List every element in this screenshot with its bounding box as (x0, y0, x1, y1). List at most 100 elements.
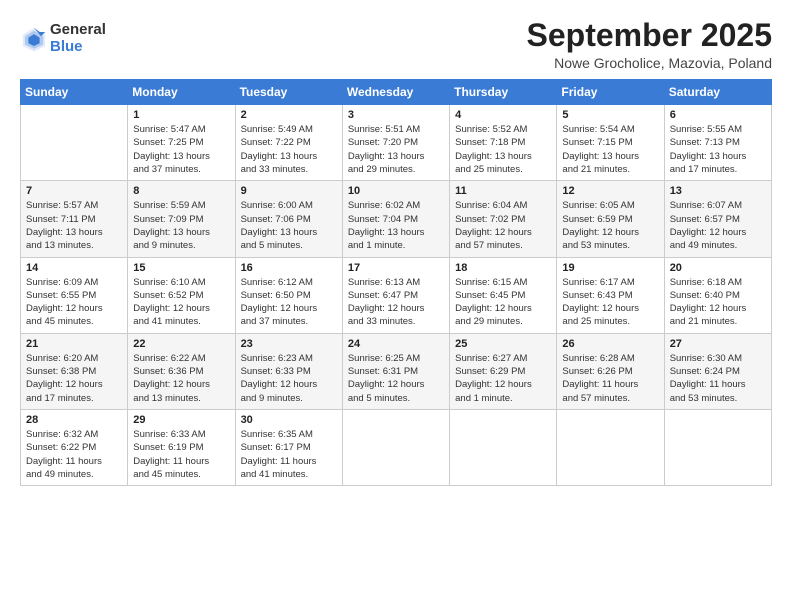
day-info: Sunrise: 5:49 AM Sunset: 7:22 PM Dayligh… (241, 123, 337, 176)
table-row (557, 409, 664, 485)
header-saturday: Saturday (664, 80, 771, 105)
table-row: 24Sunrise: 6:25 AM Sunset: 6:31 PM Dayli… (342, 333, 449, 409)
table-row: 5 Sunrise: 5:54 AM Sunset: 7:15 PM Daylig… (557, 105, 664, 181)
table-row: 7 Sunrise: 5:57 AM Sunset: 7:11 PM Daylig… (21, 181, 128, 257)
day-info: Sunrise: 5:47 AM Sunset: 7:25 PM Dayligh… (133, 123, 229, 176)
day-info: Sunrise: 6:09 AM Sunset: 6:55 PM Dayligh… (26, 276, 122, 329)
calendar-table: Sunday Monday Tuesday Wednesday Thursday… (20, 79, 772, 486)
day-info: Sunrise: 6:17 AM Sunset: 6:43 PM Dayligh… (562, 276, 658, 329)
day-info: Sunrise: 6:04 AM Sunset: 7:02 PM Dayligh… (455, 199, 551, 252)
day-info: Sunrise: 6:35 AM Sunset: 6:17 PM Dayligh… (241, 428, 337, 481)
day-number: 2 (241, 109, 337, 121)
table-row: 18 Sunrise: 6:15 AM Sunset: 6:45 PM Dayli… (450, 257, 557, 333)
table-row: 23 Sunrise: 6:23 AM Sunset: 6:33 PM Dayli… (235, 333, 342, 409)
day-number: 30 (241, 414, 337, 426)
table-row: 8 Sunrise: 5:59 AM Sunset: 7:09 PM Daylig… (128, 181, 235, 257)
day-number: 6 (670, 109, 766, 121)
table-row (450, 409, 557, 485)
day-info: Sunrise: 6:20 AM Sunset: 6:38 PM Dayligh… (26, 352, 122, 405)
day-info: Sunrise: 6:25 AM Sunset: 6:31 PM Dayligh… (348, 352, 444, 405)
page: General Blue September 2025 Nowe Grochol… (0, 0, 792, 612)
day-number: 11 (455, 185, 551, 197)
day-number: 25 (455, 338, 551, 350)
table-row: 26 Sunrise: 6:28 AM Sunset: 6:26 PM Dayli… (557, 333, 664, 409)
day-info: Sunrise: 6:02 AM Sunset: 7:04 PM Dayligh… (348, 199, 444, 252)
table-row: 3 Sunrise: 5:51 AM Sunset: 7:20 PM Daylig… (342, 105, 449, 181)
day-info: Sunrise: 6:32 AM Sunset: 6:22 PM Dayligh… (26, 428, 122, 481)
table-row: 19 Sunrise: 6:17 AM Sunset: 6:43 PM Dayli… (557, 257, 664, 333)
day-number: 26 (562, 338, 658, 350)
calendar-week-row: 7 Sunrise: 5:57 AM Sunset: 7:11 PM Daylig… (21, 181, 772, 257)
calendar-week-row: 28 Sunrise: 6:32 AM Sunset: 6:22 PM Dayli… (21, 409, 772, 485)
day-number: 10 (348, 185, 444, 197)
calendar-header-row: Sunday Monday Tuesday Wednesday Thursday… (21, 80, 772, 105)
location-title: Nowe Grocholice, Mazovia, Poland (527, 55, 772, 71)
table-row: 4 Sunrise: 5:52 AM Sunset: 7:18 PM Daylig… (450, 105, 557, 181)
day-info: Sunrise: 6:18 AM Sunset: 6:40 PM Dayligh… (670, 276, 766, 329)
logo-general-text: General (50, 22, 106, 39)
day-info: Sunrise: 6:27 AM Sunset: 6:29 PM Dayligh… (455, 352, 551, 405)
day-number: 8 (133, 185, 229, 197)
day-number: 22 (133, 338, 229, 350)
day-number: 23 (241, 338, 337, 350)
day-number: 15 (133, 262, 229, 274)
table-row (21, 105, 128, 181)
header-sunday: Sunday (21, 80, 128, 105)
day-info: Sunrise: 6:23 AM Sunset: 6:33 PM Dayligh… (241, 352, 337, 405)
table-row: 17 Sunrise: 6:13 AM Sunset: 6:47 PM Dayli… (342, 257, 449, 333)
title-area: September 2025 Nowe Grocholice, Mazovia,… (527, 18, 772, 71)
day-number: 14 (26, 262, 122, 274)
day-number: 28 (26, 414, 122, 426)
day-number: 21 (26, 338, 122, 350)
day-info: Sunrise: 6:00 AM Sunset: 7:06 PM Dayligh… (241, 199, 337, 252)
day-info: Sunrise: 6:13 AM Sunset: 6:47 PM Dayligh… (348, 276, 444, 329)
day-info: Sunrise: 5:59 AM Sunset: 7:09 PM Dayligh… (133, 199, 229, 252)
day-info: Sunrise: 5:51 AM Sunset: 7:20 PM Dayligh… (348, 123, 444, 176)
table-row (342, 409, 449, 485)
header-friday: Friday (557, 80, 664, 105)
table-row: 9Sunrise: 6:00 AM Sunset: 7:06 PM Daylig… (235, 181, 342, 257)
header-tuesday: Tuesday (235, 80, 342, 105)
day-number: 17 (348, 262, 444, 274)
day-number: 13 (670, 185, 766, 197)
logo-blue-text: Blue (50, 39, 106, 56)
day-info: Sunrise: 5:52 AM Sunset: 7:18 PM Dayligh… (455, 123, 551, 176)
day-number: 29 (133, 414, 229, 426)
table-row (664, 409, 771, 485)
table-row: 11 Sunrise: 6:04 AM Sunset: 7:02 PM Dayli… (450, 181, 557, 257)
day-number: 27 (670, 338, 766, 350)
header: General Blue September 2025 Nowe Grochol… (20, 18, 772, 71)
header-wednesday: Wednesday (342, 80, 449, 105)
table-row: 25 Sunrise: 6:27 AM Sunset: 6:29 PM Dayli… (450, 333, 557, 409)
day-info: Sunrise: 5:54 AM Sunset: 7:15 PM Dayligh… (562, 123, 658, 176)
day-number: 4 (455, 109, 551, 121)
day-number: 18 (455, 262, 551, 274)
day-info: Sunrise: 6:30 AM Sunset: 6:24 PM Dayligh… (670, 352, 766, 405)
table-row: 20 Sunrise: 6:18 AM Sunset: 6:40 PM Dayli… (664, 257, 771, 333)
table-row: 14 Sunrise: 6:09 AM Sunset: 6:55 PM Dayli… (21, 257, 128, 333)
day-number: 12 (562, 185, 658, 197)
table-row: 15 Sunrise: 6:10 AM Sunset: 6:52 PM Dayli… (128, 257, 235, 333)
logo-icon (20, 25, 48, 53)
day-info: Sunrise: 6:15 AM Sunset: 6:45 PM Dayligh… (455, 276, 551, 329)
header-monday: Monday (128, 80, 235, 105)
calendar-week-row: 1Sunrise: 5:47 AM Sunset: 7:25 PM Daylig… (21, 105, 772, 181)
day-info: Sunrise: 6:33 AM Sunset: 6:19 PM Dayligh… (133, 428, 229, 481)
table-row: 30 Sunrise: 6:35 AM Sunset: 6:17 PM Dayli… (235, 409, 342, 485)
table-row: 22 Sunrise: 6:22 AM Sunset: 6:36 PM Dayli… (128, 333, 235, 409)
day-number: 3 (348, 109, 444, 121)
day-info: Sunrise: 6:10 AM Sunset: 6:52 PM Dayligh… (133, 276, 229, 329)
day-number: 16 (241, 262, 337, 274)
day-info: Sunrise: 6:28 AM Sunset: 6:26 PM Dayligh… (562, 352, 658, 405)
calendar-week-row: 14 Sunrise: 6:09 AM Sunset: 6:55 PM Dayli… (21, 257, 772, 333)
table-row: 2 Sunrise: 5:49 AM Sunset: 7:22 PM Daylig… (235, 105, 342, 181)
table-row: 13Sunrise: 6:07 AM Sunset: 6:57 PM Dayli… (664, 181, 771, 257)
day-number: 20 (670, 262, 766, 274)
day-info: Sunrise: 6:22 AM Sunset: 6:36 PM Dayligh… (133, 352, 229, 405)
table-row: 29 Sunrise: 6:33 AM Sunset: 6:19 PM Dayli… (128, 409, 235, 485)
day-info: Sunrise: 5:57 AM Sunset: 7:11 PM Dayligh… (26, 199, 122, 252)
day-number: 5 (562, 109, 658, 121)
day-number: 19 (562, 262, 658, 274)
day-number: 7 (26, 185, 122, 197)
header-thursday: Thursday (450, 80, 557, 105)
